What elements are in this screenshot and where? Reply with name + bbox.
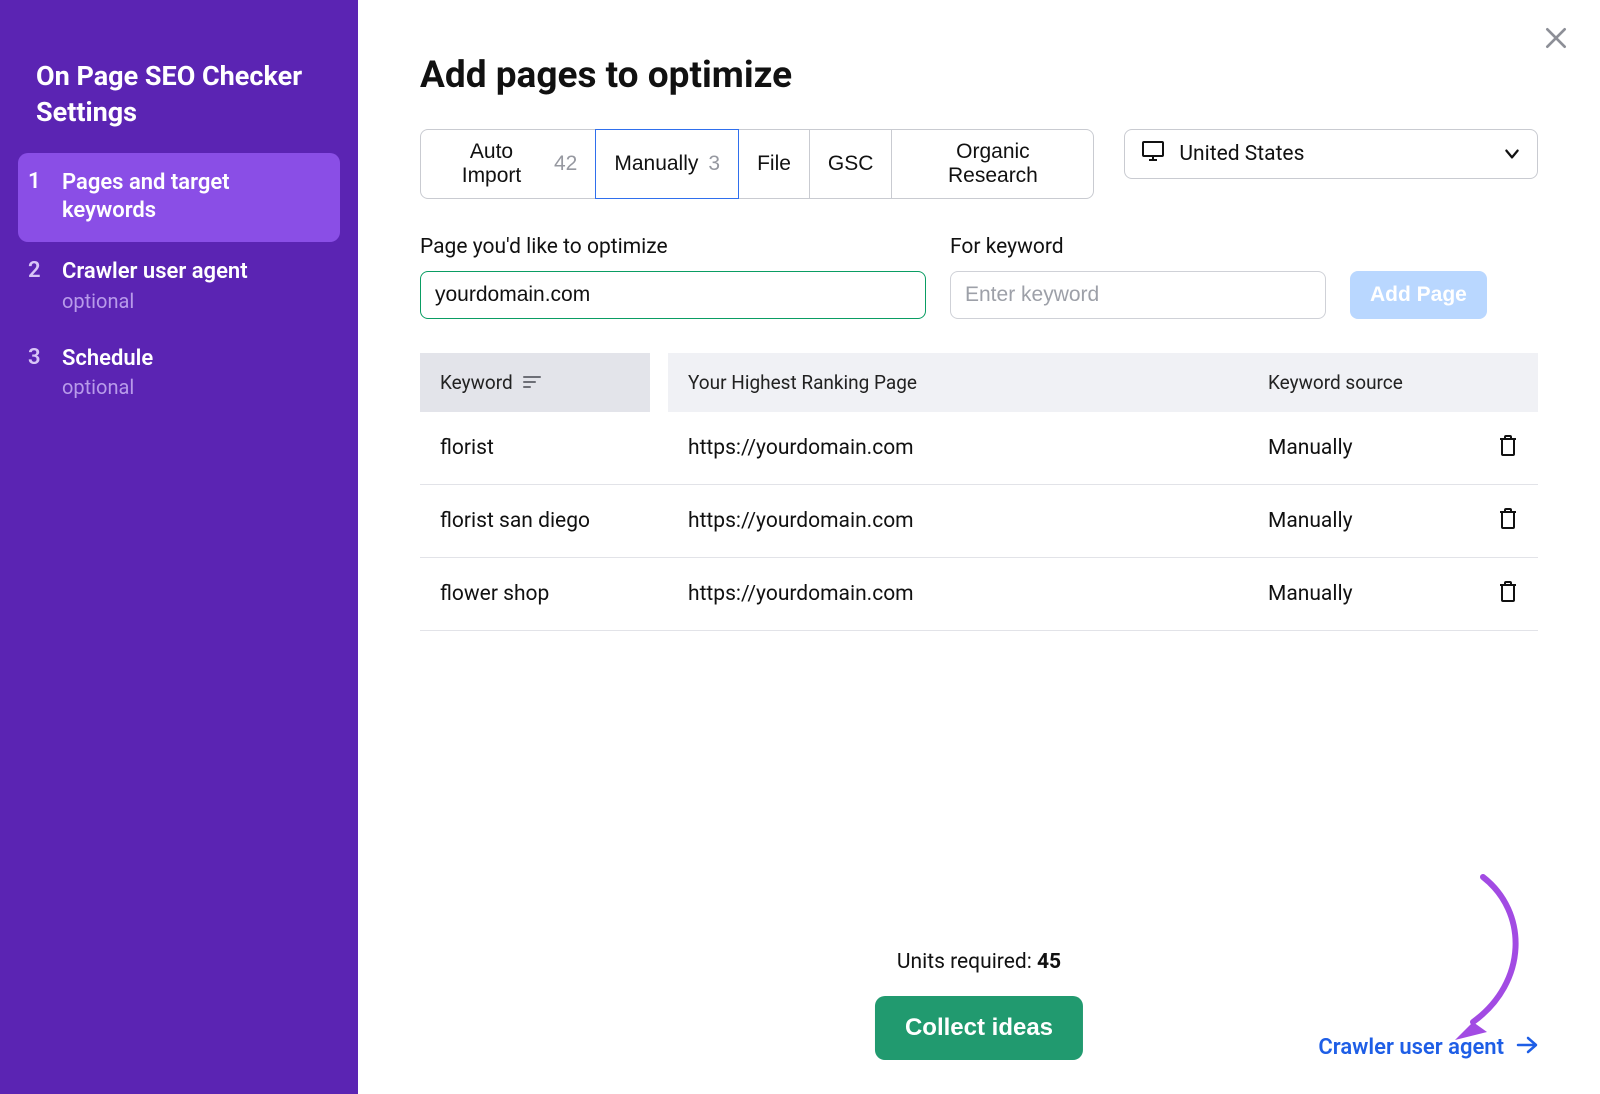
delete-row-button[interactable] xyxy=(1478,558,1538,631)
step-number: 2 xyxy=(28,258,46,313)
collect-ideas-button[interactable]: Collect ideas xyxy=(875,996,1083,1060)
footer-bar: Units required: 45 Collect ideas Crawler… xyxy=(420,1035,1538,1060)
cell-source: Manually xyxy=(1248,412,1478,485)
tab-badge: 3 xyxy=(708,152,720,176)
annotation-arrow-icon xyxy=(1443,872,1533,1051)
app-root: On Page SEO Checker Settings 1 Pages and… xyxy=(0,0,1600,1094)
keyword-field-label: For keyword xyxy=(950,235,1326,259)
trash-icon xyxy=(1498,438,1518,462)
tab-label: Organic Research xyxy=(910,140,1075,188)
settings-sidebar: On Page SEO Checker Settings 1 Pages and… xyxy=(0,0,358,1094)
step-list: 1 Pages and target keywords 2 Crawler us… xyxy=(18,153,340,415)
table-row: florist san diego https://yourdomain.com… xyxy=(420,485,1538,558)
tab-label: Manually xyxy=(614,152,698,176)
delete-row-button[interactable] xyxy=(1478,485,1538,558)
page-url-input[interactable] xyxy=(420,271,926,319)
keyword-field: For keyword xyxy=(950,235,1326,319)
units-label: Units required: xyxy=(897,950,1037,974)
cell-keyword: florist san diego xyxy=(420,485,668,558)
tab-label: Auto Import xyxy=(439,140,544,188)
units-value: 45 xyxy=(1037,950,1061,974)
trash-icon xyxy=(1498,584,1518,608)
cell-page: https://yourdomain.com xyxy=(668,485,1248,558)
country-label: United States xyxy=(1179,142,1304,166)
arrow-right-icon xyxy=(1516,1035,1538,1060)
step-schedule[interactable]: 3 Schedule optional xyxy=(18,329,340,416)
main-panel: Add pages to optimize Auto Import 42 Man… xyxy=(358,0,1600,1094)
step-number: 3 xyxy=(28,345,46,400)
footer-center: Units required: 45 Collect ideas xyxy=(875,950,1083,1060)
next-step-label: Crawler user agent xyxy=(1318,1035,1504,1060)
units-required: Units required: 45 xyxy=(897,950,1061,974)
tab-manually[interactable]: Manually 3 xyxy=(595,129,739,199)
close-button[interactable] xyxy=(1540,24,1572,56)
step-label: Schedule xyxy=(62,345,153,374)
table-row: florist https://yourdomain.com Manually xyxy=(420,412,1538,485)
import-mode-tabs: Auto Import 42 Manually 3 File GSC Organ… xyxy=(420,129,1094,199)
delete-row-button[interactable] xyxy=(1478,412,1538,485)
cell-source: Manually xyxy=(1248,485,1478,558)
page-field-label: Page you'd like to optimize xyxy=(420,235,926,259)
keyword-input[interactable] xyxy=(950,271,1326,319)
tab-badge: 42 xyxy=(554,152,577,176)
step-sublabel: optional xyxy=(62,289,248,313)
step-pages-keywords[interactable]: 1 Pages and target keywords xyxy=(18,153,340,242)
add-page-button[interactable]: Add Page xyxy=(1350,271,1487,319)
sort-icon xyxy=(523,371,541,394)
step-label: Pages and target keywords xyxy=(62,169,322,226)
cell-keyword: florist xyxy=(420,412,668,485)
keywords-table: Keyword Your Highest Ranking Page Keywor… xyxy=(420,353,1538,631)
cell-keyword: flower shop xyxy=(420,558,668,631)
cell-source: Manually xyxy=(1248,558,1478,631)
col-header-label: Keyword xyxy=(440,371,513,394)
col-header-source[interactable]: Keyword source xyxy=(1248,353,1478,412)
tab-label: File xyxy=(757,152,791,176)
cell-page: https://yourdomain.com xyxy=(668,558,1248,631)
col-header-keyword[interactable]: Keyword xyxy=(420,353,650,412)
col-header-page[interactable]: Your Highest Ranking Page xyxy=(668,353,1248,412)
step-label: Crawler user agent xyxy=(62,258,248,287)
next-step-link[interactable]: Crawler user agent xyxy=(1318,1035,1538,1060)
step-sublabel: optional xyxy=(62,375,153,399)
close-icon xyxy=(1543,25,1569,55)
tab-gsc[interactable]: GSC xyxy=(809,129,893,199)
table-row: flower shop https://yourdomain.com Manua… xyxy=(420,558,1538,631)
tab-organic-research[interactable]: Organic Research xyxy=(891,129,1094,199)
tab-label: GSC xyxy=(828,152,874,176)
page-title: Add pages to optimize xyxy=(420,54,1538,97)
top-controls-row: Auto Import 42 Manually 3 File GSC Organ… xyxy=(420,129,1538,199)
step-number: 1 xyxy=(28,169,46,226)
trash-icon xyxy=(1498,511,1518,535)
step-crawler-user-agent[interactable]: 2 Crawler user agent optional xyxy=(18,242,340,329)
page-field: Page you'd like to optimize xyxy=(420,235,926,319)
tab-file[interactable]: File xyxy=(738,129,810,199)
tab-auto-import[interactable]: Auto Import 42 xyxy=(420,129,596,199)
sidebar-title: On Page SEO Checker Settings xyxy=(36,58,340,131)
chevron-down-icon xyxy=(1503,145,1521,163)
country-select[interactable]: United States xyxy=(1124,129,1538,179)
desktop-icon xyxy=(1141,140,1165,168)
add-form-row: Page you'd like to optimize For keyword … xyxy=(420,235,1538,319)
cell-page: https://yourdomain.com xyxy=(668,412,1248,485)
